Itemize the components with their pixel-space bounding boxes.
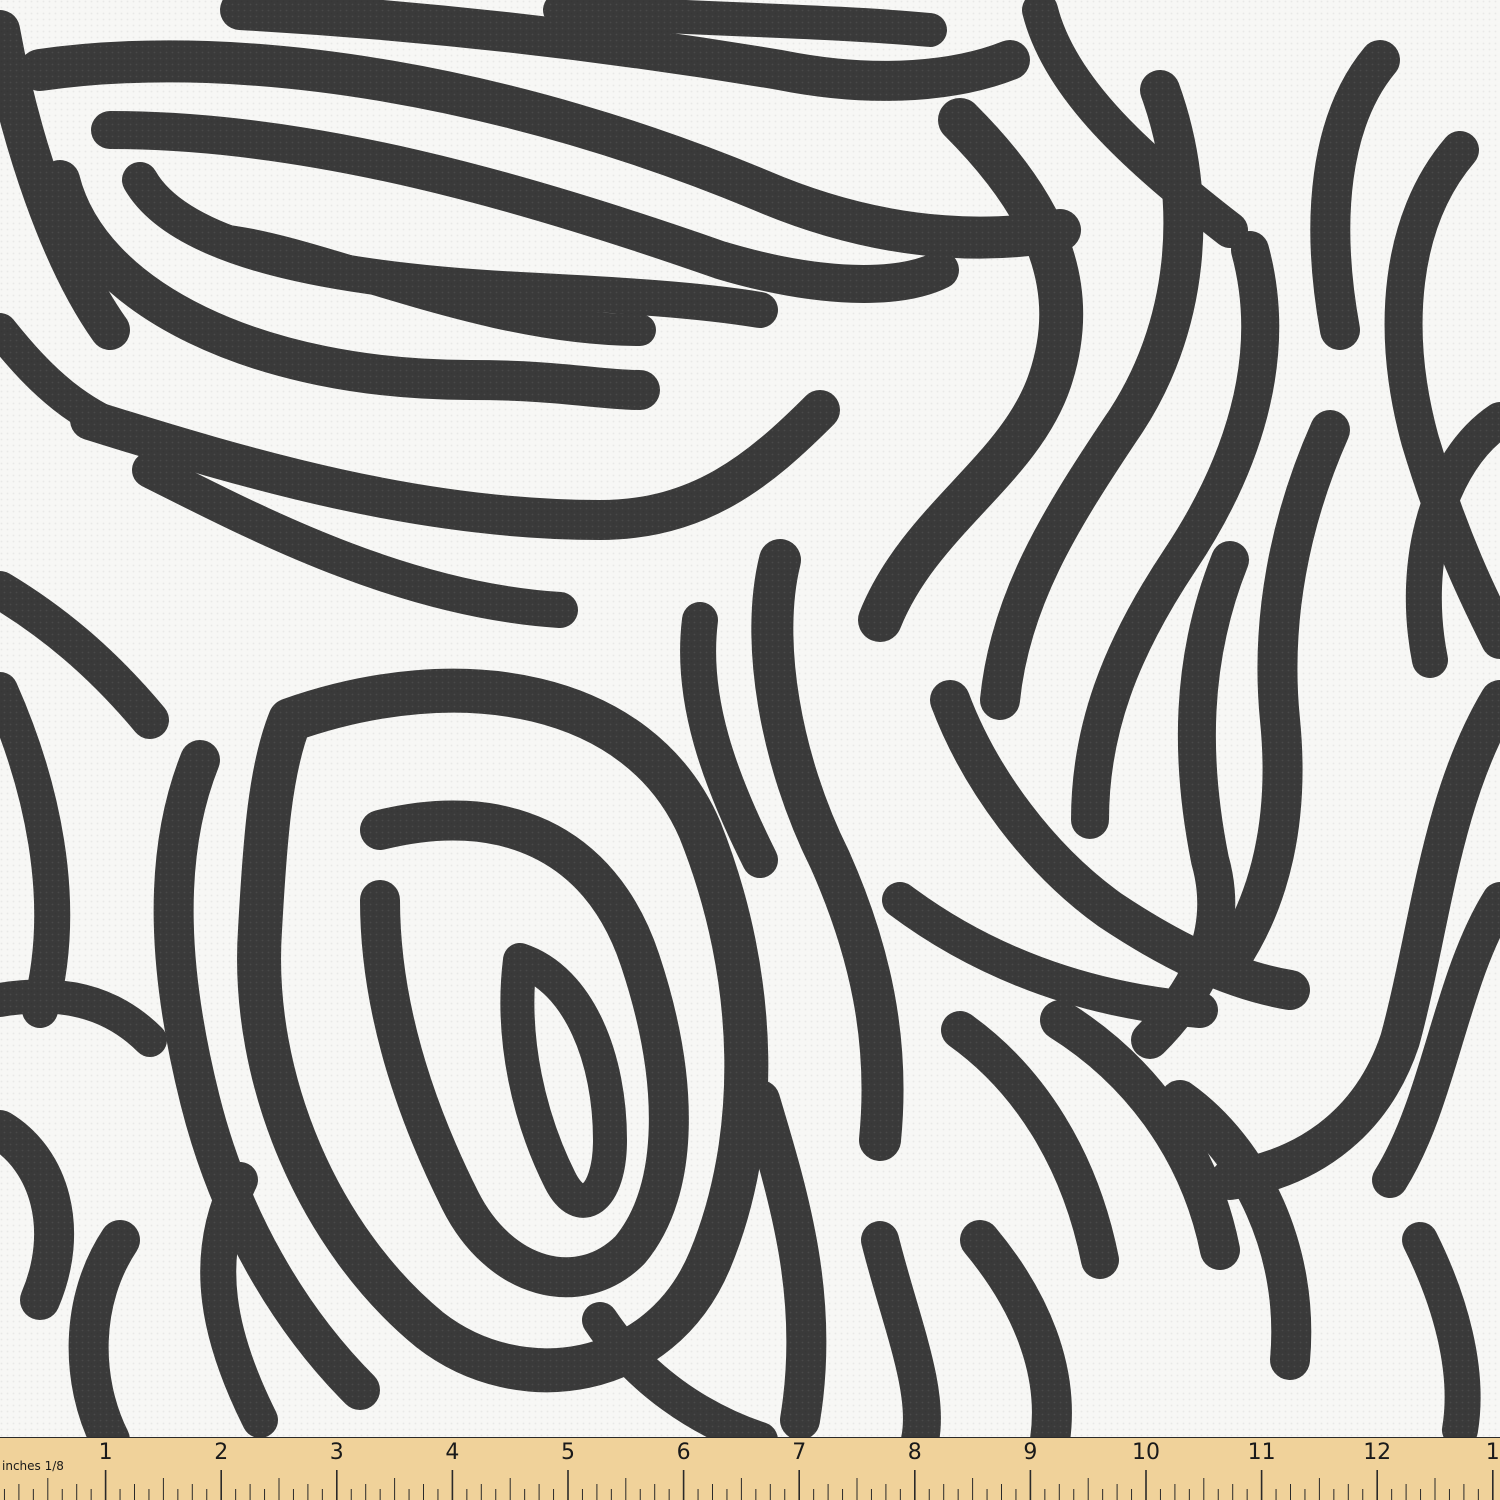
ruler-tick-label: 10: [1132, 1440, 1160, 1465]
ruler-tick-label: 7: [792, 1440, 807, 1465]
ruler-tick-label: 1: [98, 1440, 113, 1465]
ruler-tick-label: 2: [214, 1440, 229, 1465]
ruler-tick-label: 6: [676, 1440, 691, 1465]
zebra-print-fabric: [0, 0, 1500, 1460]
ruler-tick-label: 1: [1485, 1440, 1500, 1465]
measuring-ruler: inches 1/8 1 2 3 4 5 6 7 8 9 10 11 12 1: [0, 1437, 1500, 1500]
ruler-unit-label: inches 1/8: [2, 1459, 64, 1473]
ruler-tick-label: 8: [907, 1440, 922, 1465]
ruler-tick-label: 11: [1247, 1440, 1276, 1465]
ruler-tick-label: 12: [1363, 1440, 1392, 1465]
ruler-tick-label: 4: [445, 1440, 460, 1465]
fabric-texture: [0, 0, 1500, 1440]
ruler-tick-label: 3: [329, 1440, 344, 1465]
ruler-tick-label: 9: [1023, 1440, 1038, 1465]
ruler-tick-label: 5: [561, 1440, 575, 1465]
